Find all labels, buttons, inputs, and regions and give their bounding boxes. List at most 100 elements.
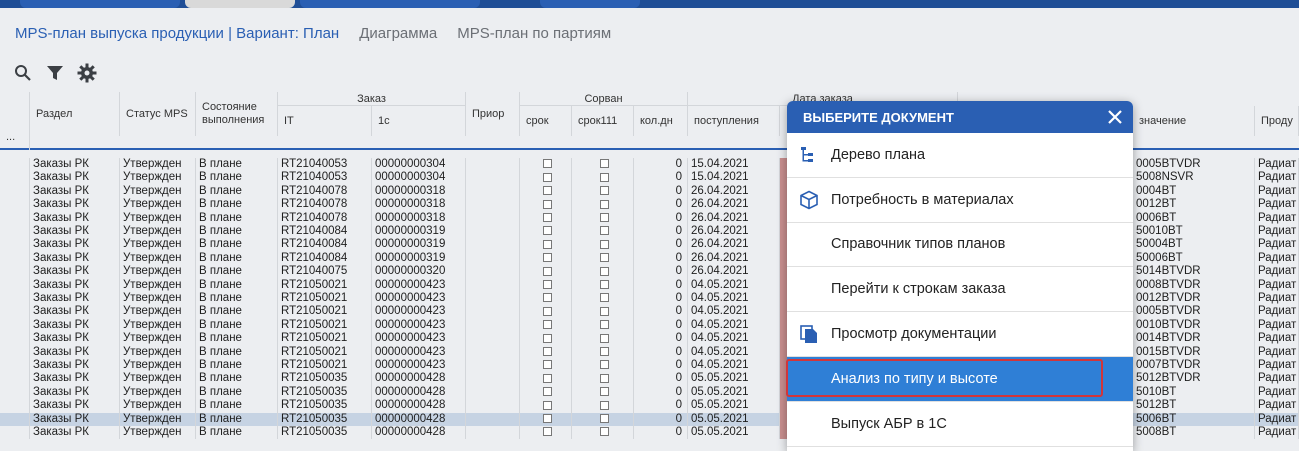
checkbox[interactable] bbox=[599, 320, 609, 330]
checkbox[interactable] bbox=[599, 414, 609, 424]
top-tab[interactable] bbox=[20, 0, 180, 8]
checkbox[interactable] bbox=[599, 373, 609, 383]
checkbox[interactable] bbox=[542, 320, 552, 330]
checkbox[interactable] bbox=[542, 199, 552, 209]
checkbox[interactable] bbox=[542, 226, 552, 236]
cell-empty bbox=[0, 318, 30, 333]
cell-empty bbox=[0, 198, 30, 212]
col-oboznachenie[interactable]: значение bbox=[1133, 106, 1255, 136]
checkbox[interactable] bbox=[599, 280, 609, 290]
cell-empty bbox=[466, 399, 520, 413]
checkbox[interactable] bbox=[599, 159, 609, 169]
col-priority[interactable]: Приор bbox=[466, 92, 520, 136]
col-1c[interactable]: 1с bbox=[372, 106, 466, 136]
cell-state: В плане bbox=[196, 345, 278, 359]
checkbox[interactable] bbox=[542, 373, 552, 383]
checkbox[interactable] bbox=[542, 387, 552, 397]
checkbox[interactable] bbox=[542, 427, 552, 437]
col-razdel[interactable]: Раздел bbox=[30, 92, 120, 136]
checkbox[interactable] bbox=[599, 239, 609, 249]
cell-status: Утвержден bbox=[120, 184, 196, 199]
checkbox[interactable] bbox=[599, 266, 609, 276]
cell-empty bbox=[0, 345, 30, 359]
cell-kol: 0 bbox=[634, 345, 688, 359]
cell-state: В плане bbox=[196, 359, 278, 373]
menu-item-plan-tree[interactable]: Дерево плана bbox=[787, 133, 1133, 178]
gear-icon[interactable] bbox=[76, 62, 98, 84]
checkbox[interactable] bbox=[542, 360, 552, 370]
checkbox[interactable] bbox=[599, 360, 609, 370]
checkbox[interactable] bbox=[542, 186, 552, 196]
checkbox[interactable] bbox=[542, 333, 552, 343]
col-kol-dn[interactable]: кол.дн bbox=[634, 106, 688, 136]
menu-item-type-height-analysis[interactable]: Анализ по типу и высоте bbox=[787, 356, 1133, 402]
checkbox[interactable] bbox=[542, 253, 552, 263]
toolbar bbox=[12, 62, 98, 84]
checkbox[interactable] bbox=[599, 226, 609, 236]
checkbox[interactable] bbox=[542, 280, 552, 290]
top-tab[interactable] bbox=[185, 0, 295, 8]
checkbox[interactable] bbox=[599, 333, 609, 343]
cell-state: В плане bbox=[196, 211, 278, 225]
cell-it: RT21040084 bbox=[278, 225, 372, 239]
col-status-mps[interactable]: Статус MPS bbox=[120, 92, 196, 136]
checkbox[interactable] bbox=[599, 186, 609, 196]
srok-checkbox-cell bbox=[572, 171, 634, 185]
col-srok111[interactable]: срок111 bbox=[572, 106, 634, 136]
cell-razdel: Заказы РК bbox=[30, 265, 120, 279]
menu-item-plan-types[interactable]: Справочник типов планов bbox=[787, 223, 1133, 268]
checkbox[interactable] bbox=[599, 387, 609, 397]
col-srok[interactable]: срок bbox=[520, 106, 572, 136]
col-postupleniya[interactable]: поступления bbox=[688, 106, 780, 136]
tab-diagram[interactable]: Диаграмма bbox=[359, 25, 437, 42]
checkbox[interactable] bbox=[599, 199, 609, 209]
checkbox[interactable] bbox=[542, 414, 552, 424]
checkbox[interactable] bbox=[542, 306, 552, 316]
checkbox[interactable] bbox=[542, 239, 552, 249]
close-icon[interactable] bbox=[1105, 107, 1125, 127]
cell-prod: Радиат bbox=[1255, 399, 1299, 413]
checkbox[interactable] bbox=[599, 213, 609, 223]
checkbox[interactable] bbox=[599, 253, 609, 263]
cell-it: RT21050035 bbox=[278, 372, 372, 386]
cell-prod: Радиат bbox=[1255, 278, 1299, 292]
cell-date: 05.05.2021 bbox=[688, 399, 780, 413]
checkbox[interactable] bbox=[542, 266, 552, 276]
srok-checkbox-cell bbox=[520, 184, 572, 199]
cell-obozn: 0015BTVDR bbox=[1133, 345, 1255, 359]
cell-empty bbox=[0, 265, 30, 279]
checkbox[interactable] bbox=[599, 400, 609, 410]
cell-it: RT21050021 bbox=[278, 332, 372, 346]
checkbox[interactable] bbox=[599, 306, 609, 316]
cell-state: В плане bbox=[196, 278, 278, 292]
tab-mps-batches[interactable]: MPS-план по партиям bbox=[457, 25, 611, 42]
cell-razdel: Заказы РК bbox=[30, 225, 120, 239]
cell-obozn: 5008NSVR bbox=[1133, 171, 1255, 185]
tree-icon bbox=[799, 145, 819, 165]
checkbox[interactable] bbox=[542, 213, 552, 223]
checkbox[interactable] bbox=[599, 293, 609, 303]
checkbox[interactable] bbox=[542, 347, 552, 357]
tab-mps-plan[interactable]: MPS-план выпуска продукции | Вариант: Пл… bbox=[15, 25, 339, 42]
srok-checkbox-cell bbox=[520, 198, 572, 212]
top-tab[interactable] bbox=[540, 0, 640, 8]
column-menu[interactable]: ... bbox=[0, 92, 30, 150]
top-tab[interactable] bbox=[300, 0, 480, 8]
checkbox[interactable] bbox=[542, 159, 552, 169]
filter-icon[interactable] bbox=[44, 62, 66, 84]
search-icon[interactable] bbox=[12, 62, 34, 84]
menu-item-view-docs[interactable]: Просмотр документации bbox=[787, 312, 1133, 357]
col-produkt[interactable]: Проду bbox=[1255, 106, 1299, 136]
menu-item-order-lines[interactable]: Перейти к строкам заказа bbox=[787, 267, 1133, 313]
checkbox[interactable] bbox=[542, 293, 552, 303]
checkbox[interactable] bbox=[599, 347, 609, 357]
checkbox[interactable] bbox=[599, 172, 609, 182]
menu-item-material-needs[interactable]: Потребность в материалах bbox=[787, 178, 1133, 223]
col-state[interactable]: Состояние выполнения bbox=[196, 92, 278, 136]
srok-checkbox-cell bbox=[572, 412, 634, 426]
col-it[interactable]: IT bbox=[278, 106, 372, 136]
checkbox[interactable] bbox=[599, 427, 609, 437]
checkbox[interactable] bbox=[542, 400, 552, 410]
menu-item-abr-release[interactable]: Выпуск АБР в 1С bbox=[787, 402, 1133, 447]
checkbox[interactable] bbox=[542, 172, 552, 182]
